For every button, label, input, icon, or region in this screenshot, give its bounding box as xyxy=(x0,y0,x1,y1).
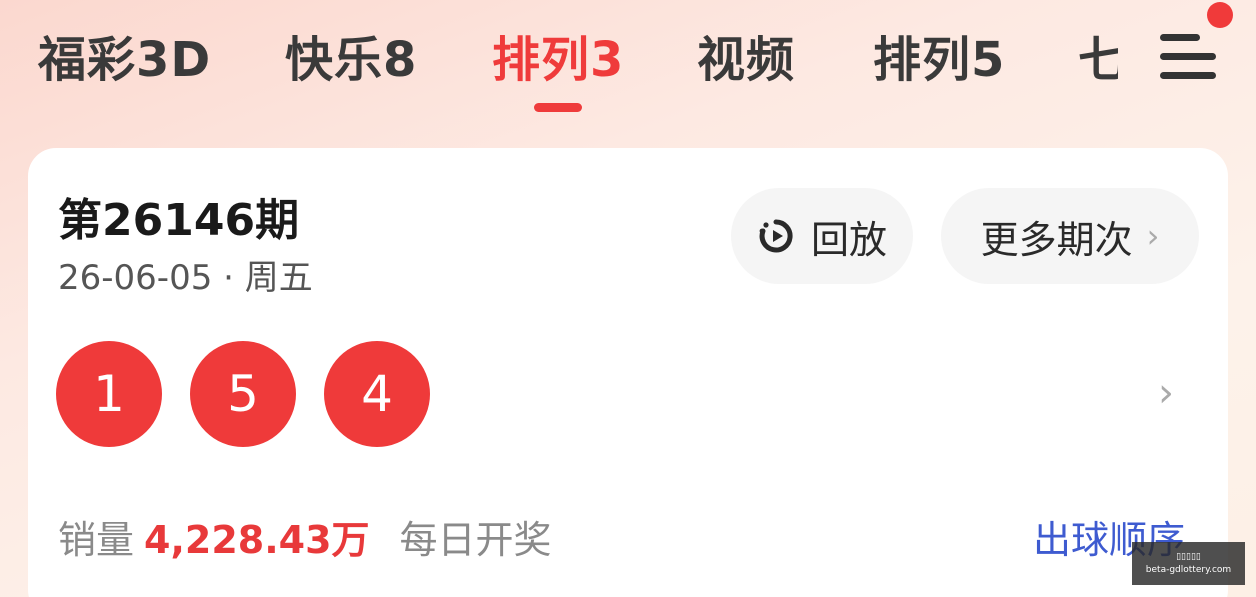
more-issues-button[interactable]: 更多期次 › xyxy=(941,188,1199,284)
tab-pailie-3[interactable]: 排列3 xyxy=(492,30,624,90)
draw-result-card[interactable]: 第26146期 26-06-05 · 周五 回放 更多期次 › 1 5 4 › … xyxy=(28,148,1228,597)
chevron-right-icon: › xyxy=(1146,217,1160,255)
replay-button[interactable]: 回放 xyxy=(731,188,913,284)
notification-badge xyxy=(1207,2,1233,28)
tab-qixing-clipped[interactable]: 七 xyxy=(1078,30,1118,90)
watermark-line2: beta-gdlottery.com xyxy=(1145,565,1232,575)
tab-video[interactable]: 视频 xyxy=(697,30,795,90)
watermark: ▯▯▯▯▯ beta-gdlottery.com xyxy=(1132,542,1245,585)
winning-number-ball: 1 xyxy=(56,341,162,447)
tab-kuaile-8[interactable]: 快乐8 xyxy=(285,30,417,90)
menu-button[interactable] xyxy=(1152,20,1224,92)
tab-qixing-label: 七 xyxy=(1078,32,1118,88)
draw-frequency: 每日开奖 xyxy=(399,518,552,562)
lottery-tab-bar: 福彩3D 快乐8 排列3 视频 排列5 七 xyxy=(0,0,1256,120)
sales-label: 销量 xyxy=(58,518,135,562)
replay-icon xyxy=(757,217,795,255)
watermark-line1: ▯▯▯▯▯ xyxy=(1176,552,1201,562)
winning-number-ball: 5 xyxy=(190,341,296,447)
tab-pailie-5[interactable]: 排列5 xyxy=(873,30,1005,90)
active-tab-indicator xyxy=(534,103,582,112)
chevron-right-icon[interactable]: › xyxy=(1158,370,1174,416)
issue-number: 第26146期 xyxy=(58,195,300,246)
sales-value: 4,228.43万 xyxy=(144,518,370,562)
replay-label: 回放 xyxy=(810,217,887,262)
sales-info: 销量 4,228.43万 每日开奖 xyxy=(58,512,552,568)
draw-date: 26-06-05 · 周五 xyxy=(58,258,313,298)
winning-number-ball: 4 xyxy=(324,341,430,447)
tab-fucai-3d[interactable]: 福彩3D xyxy=(38,30,211,90)
more-issues-label: 更多期次 xyxy=(980,217,1133,262)
